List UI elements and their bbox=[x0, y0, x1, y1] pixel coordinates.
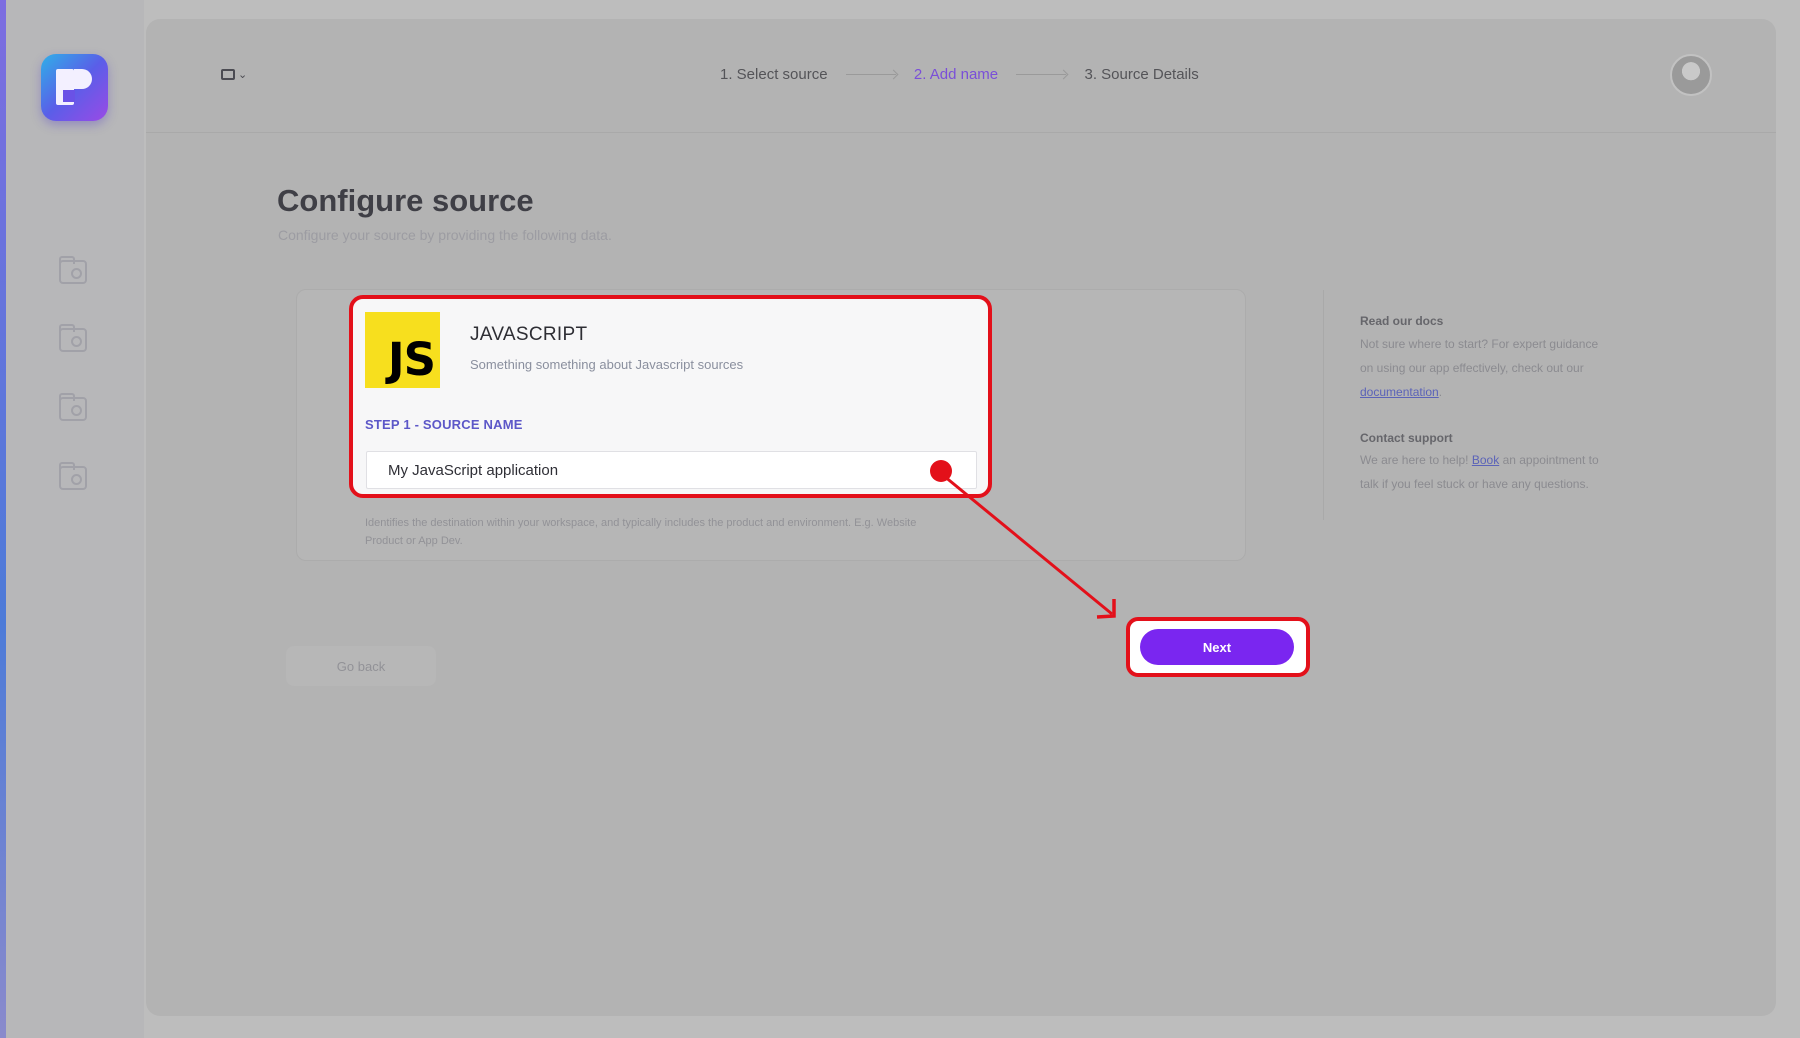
annotation-arrow bbox=[943, 474, 1116, 619]
next-button[interactable]: Next bbox=[1140, 629, 1294, 665]
